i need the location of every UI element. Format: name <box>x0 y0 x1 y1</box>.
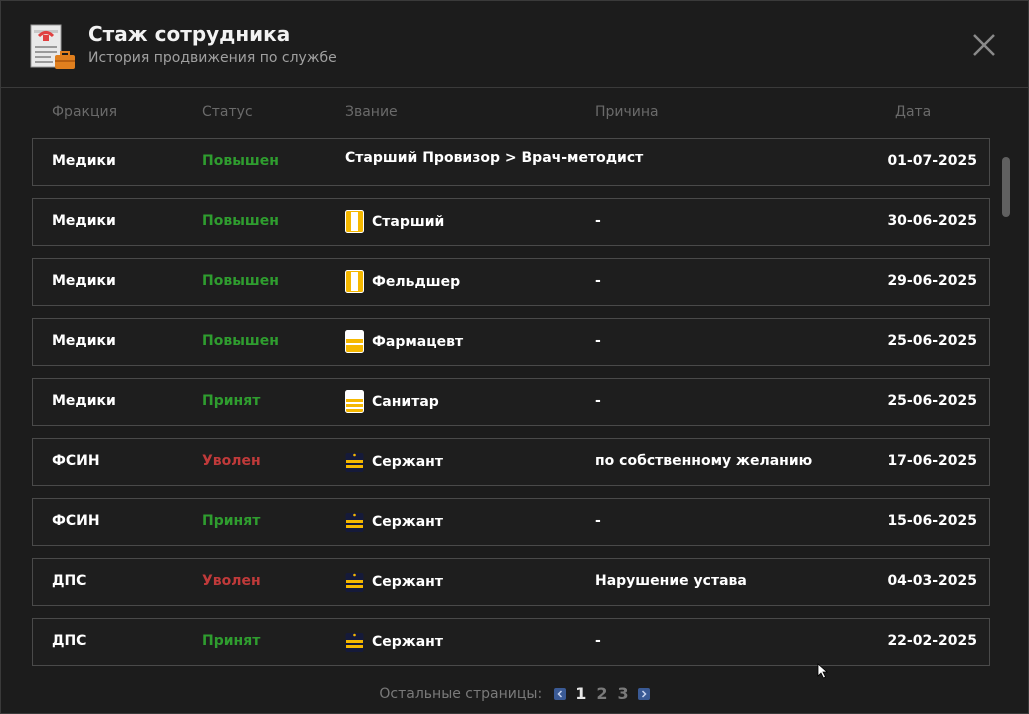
page-number-3[interactable]: 3 <box>616 684 629 703</box>
rank-cell: Сержант <box>345 450 443 473</box>
pagination-label: Остальные страницы: <box>379 685 543 702</box>
rank-cell: Старший <box>345 210 444 233</box>
column-header-date: Дата <box>895 104 932 120</box>
rank-label: Сержант <box>372 453 443 470</box>
medic-stripe-icon <box>345 270 364 293</box>
table-row[interactable]: ФСИН Уволен Сержант по собственному жела… <box>32 438 990 486</box>
status-cell: Повышен <box>202 213 279 229</box>
column-header-status: Статус <box>202 104 253 120</box>
date-cell: 04-03-2025 <box>887 573 977 589</box>
medic-epaulette-icon <box>345 330 364 353</box>
service-record-document-icon <box>30 24 75 69</box>
pagination: Остальные страницы: 1 2 3 <box>1 684 1028 706</box>
history-list: Медики Повышен Старший Провизор > Врач-м… <box>32 138 992 666</box>
faction-cell: Медики <box>52 273 116 289</box>
column-header-reason: Причина <box>595 104 659 120</box>
rank-label: Сержант <box>372 573 443 590</box>
rank-cell: Сержант <box>345 630 443 653</box>
medic-epaulette-icon <box>345 390 364 413</box>
column-header-rank: Звание <box>345 104 398 120</box>
date-cell: 15-06-2025 <box>887 513 977 529</box>
reason-cell: - <box>595 213 601 229</box>
reason-cell: - <box>595 273 601 289</box>
window-header: Стаж сотрудника История продвижения по с… <box>1 1 1028 88</box>
chevron-left-icon[interactable] <box>554 687 567 700</box>
page-number-1[interactable]: 1 <box>574 684 587 703</box>
reason-cell: - <box>595 633 601 649</box>
date-cell: 22-02-2025 <box>887 633 977 649</box>
rank-cell: Сержант <box>345 570 443 593</box>
list-scrollbar[interactable] <box>1002 157 1010 217</box>
reason-cell: по собственному желанию <box>595 453 813 469</box>
reason-cell: - <box>595 393 601 409</box>
sergeant-epaulette-icon <box>345 633 364 652</box>
rank-label: Сержант <box>372 513 443 530</box>
rank-cell: Фельдшер <box>345 270 460 293</box>
rank-cell: Старший Провизор > Врач-методист <box>345 150 643 166</box>
table-row[interactable]: ФСИН Принят Сержант - 15-06-2025 <box>32 498 990 546</box>
table-row[interactable]: Медики Принят Санитар - 25-06-2025 <box>32 378 990 426</box>
faction-cell: ФСИН <box>52 513 100 529</box>
sergeant-epaulette-icon <box>345 513 364 532</box>
status-cell: Повышен <box>202 273 279 289</box>
medic-stripe-icon <box>345 210 364 233</box>
reason-cell: Нарушение устава <box>595 573 747 589</box>
rank-label: Санитар <box>372 393 439 410</box>
mouse-pointer-icon <box>817 663 829 679</box>
table-row[interactable]: Медики Повышен Фельдшер - 29-06-2025 <box>32 258 990 306</box>
faction-cell: Медики <box>52 393 116 409</box>
status-cell: Повышен <box>202 153 279 169</box>
faction-cell: ФСИН <box>52 453 100 469</box>
status-cell: Принят <box>202 513 261 529</box>
table-row[interactable]: Медики Повышен Фармацевт - 25-06-2025 <box>32 318 990 366</box>
date-cell: 30-06-2025 <box>887 213 977 229</box>
page-subtitle: История продвижения по службе <box>88 50 337 66</box>
date-cell: 17-06-2025 <box>887 453 977 469</box>
reason-cell: - <box>595 513 601 529</box>
rank-label: Сержант <box>372 633 443 650</box>
rank-label: Старший Провизор > Врач-методист <box>345 150 644 166</box>
date-cell: 25-06-2025 <box>887 393 977 409</box>
date-cell: 25-06-2025 <box>887 333 977 349</box>
rank-label: Фармацевт <box>372 333 464 350</box>
faction-cell: Медики <box>52 153 116 169</box>
sergeant-epaulette-icon <box>345 573 364 592</box>
column-header-faction: Фракция <box>52 104 118 120</box>
service-record-window: Стаж сотрудника История продвижения по с… <box>0 0 1029 714</box>
date-cell: 01-07-2025 <box>887 153 977 169</box>
status-cell: Повышен <box>202 333 279 349</box>
rank-cell: Сержант <box>345 510 443 533</box>
rank-cell: Санитар <box>345 390 439 413</box>
rank-cell: Фармацевт <box>345 330 463 353</box>
table-row[interactable]: ДПС Принят Сержант - 22-02-2025 <box>32 618 990 666</box>
faction-cell: Медики <box>52 333 116 349</box>
close-icon[interactable] <box>970 31 998 59</box>
status-cell: Принят <box>202 633 261 649</box>
rank-label: Фельдшер <box>372 273 461 290</box>
date-cell: 29-06-2025 <box>887 273 977 289</box>
faction-cell: ДПС <box>52 633 87 649</box>
page-title: Стаж сотрудника <box>88 22 291 46</box>
rank-label: Старший <box>372 213 445 230</box>
status-cell: Уволен <box>202 453 261 469</box>
page-number-2[interactable]: 2 <box>595 684 608 703</box>
status-cell: Принят <box>202 393 261 409</box>
table-row[interactable]: ДПС Уволен Сержант Нарушение устава 04-0… <box>32 558 990 606</box>
chevron-right-icon[interactable] <box>637 687 650 700</box>
faction-cell: Медики <box>52 213 116 229</box>
table-row[interactable]: Медики Повышен Старший - 30-06-2025 <box>32 198 990 246</box>
faction-cell: ДПС <box>52 573 87 589</box>
table-row[interactable]: Медики Повышен Старший Провизор > Врач-м… <box>32 138 990 186</box>
table-header: Фракция Статус Звание Причина Дата <box>1 101 1028 125</box>
reason-cell: - <box>595 333 601 349</box>
status-cell: Уволен <box>202 573 261 589</box>
sergeant-epaulette-icon <box>345 453 364 472</box>
